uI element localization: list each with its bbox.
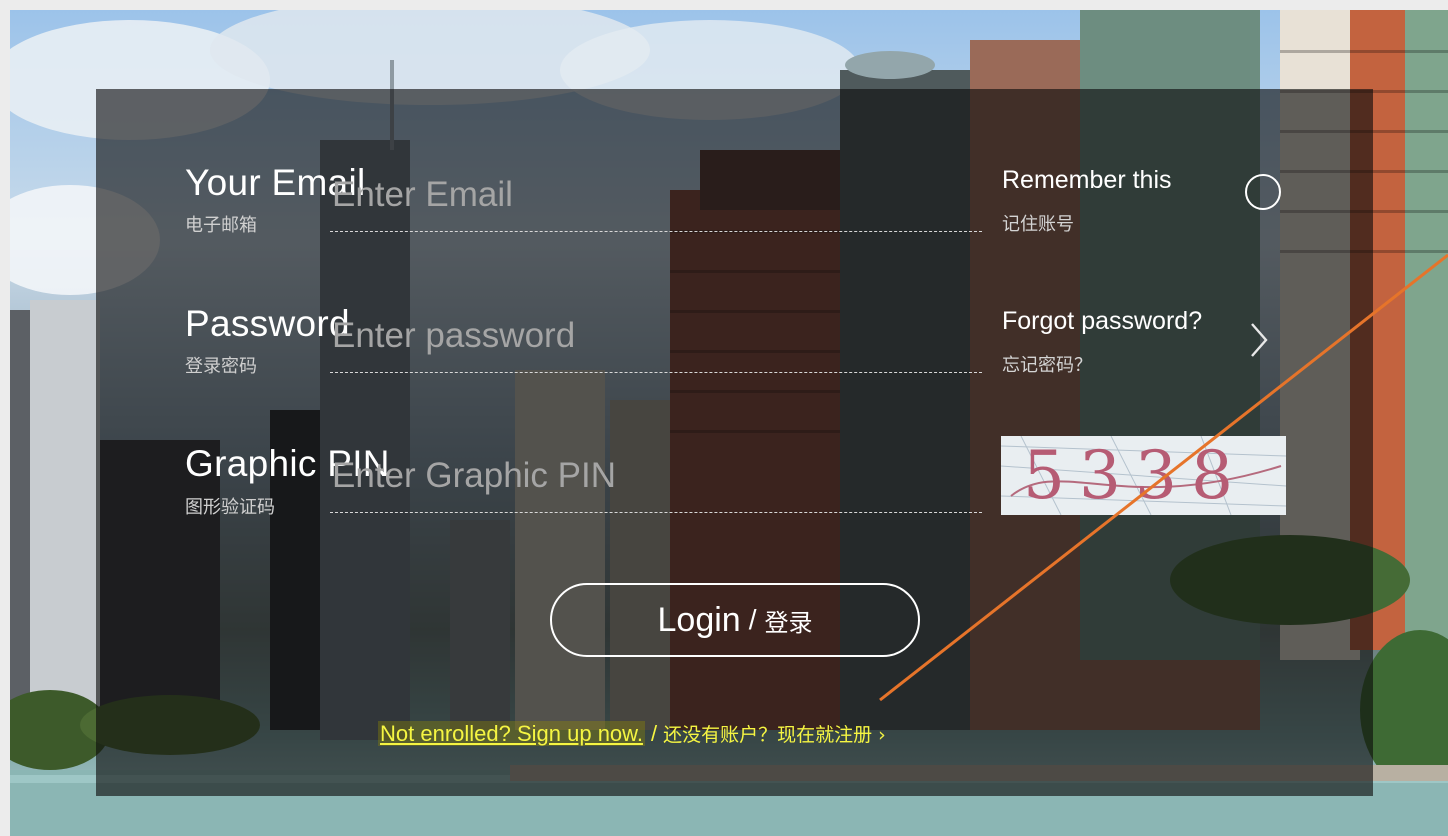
chevron-right-icon[interactable] <box>1248 320 1270 360</box>
password-input[interactable] <box>330 300 982 373</box>
signup-separator: / <box>650 721 658 746</box>
login-label: Login <box>657 600 741 639</box>
signup-link-cn[interactable]: 还没有账户？现在就注册 › <box>663 724 886 746</box>
pin-input[interactable] <box>330 440 982 513</box>
login-button[interactable]: Login / 登录 <box>550 583 920 657</box>
pin-sublabel: 图形验证码 <box>185 497 275 518</box>
forgot-password-link[interactable]: Forgot password? <box>1002 307 1202 336</box>
login-label-cn: 登录 <box>764 608 813 637</box>
email-sublabel: 电子邮箱 <box>185 215 257 236</box>
password-sublabel: 登录密码 <box>185 356 257 377</box>
forgot-password-sublink[interactable]: 忘记密码？ <box>1002 351 1092 377</box>
remember-title: Remember this <box>1002 166 1172 194</box>
signup-row: Not enrolled? Sign up now. / 还没有账户？现在就注册 › <box>378 720 886 747</box>
password-label: Password <box>185 303 350 344</box>
remember-radio-circle-icon[interactable] <box>1245 174 1281 210</box>
captcha-image[interactable]: 5338 <box>1001 436 1286 515</box>
captcha-code: 5338 <box>1023 437 1247 514</box>
login-separator: / <box>748 604 757 635</box>
remember-subtitle: 记住账号 <box>1002 214 1074 235</box>
login-page: Your Email 电子邮箱 Password 登录密码 Graphic PI… <box>10 10 1448 836</box>
signup-link[interactable]: Not enrolled? Sign up now. <box>378 721 645 746</box>
email-input[interactable] <box>330 159 982 232</box>
